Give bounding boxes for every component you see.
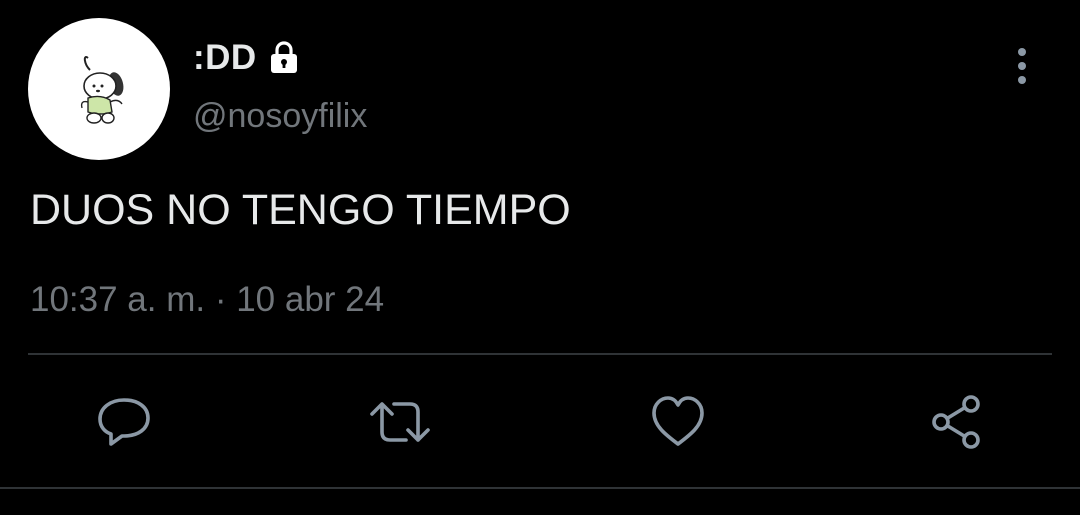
tweet-timestamp[interactable]: 10:37 a. m. · 10 abr 24 bbox=[30, 280, 384, 320]
pochacco-avatar-icon bbox=[80, 56, 124, 124]
reply-icon bbox=[98, 398, 150, 446]
author-name-row[interactable]: :DD bbox=[193, 36, 303, 80]
bottom-divider bbox=[0, 487, 1080, 489]
share-icon bbox=[932, 395, 980, 449]
more-vertical-icon bbox=[1018, 48, 1026, 84]
display-name[interactable]: :DD bbox=[193, 38, 257, 78]
more-options-button[interactable] bbox=[1000, 40, 1044, 92]
retweet-icon bbox=[370, 402, 430, 442]
lock-icon bbox=[265, 39, 303, 77]
share-button[interactable] bbox=[927, 392, 987, 452]
retweet-button[interactable] bbox=[370, 392, 430, 452]
user-handle[interactable]: @nosoyfilix bbox=[193, 97, 367, 136]
avatar[interactable] bbox=[28, 18, 170, 160]
divider bbox=[28, 353, 1052, 355]
reply-button[interactable] bbox=[94, 392, 154, 452]
heart-icon bbox=[652, 396, 704, 446]
tweet-text: DUOS NO TENGO TIEMPO bbox=[30, 186, 571, 234]
like-button[interactable] bbox=[648, 392, 708, 452]
